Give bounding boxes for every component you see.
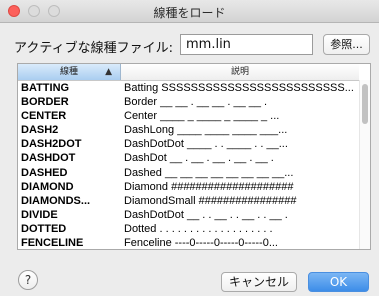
linetype-name-cell: DASHDOT — [21, 152, 76, 165]
table-row[interactable]: FENCELINE Fenceline ----0-----0-----0----… — [18, 236, 359, 250]
table-body: BATTING Batting SSSSSSSSSSSSSSSSSSSSSSSSS… — [18, 81, 359, 250]
column-header-description[interactable]: 説明 — [121, 64, 359, 80]
table-header: 線種 ▲ 説明 — [18, 64, 370, 81]
linetype-name-cell: DIAMOND — [21, 180, 74, 193]
column-header-name-label: 線種 — [59, 67, 78, 77]
scrollbar-thumb[interactable] — [362, 84, 368, 124]
linetype-description-cell: Diamond #################### — [124, 180, 294, 193]
linetype-description-cell: Fenceline ----0-----0-----0-----0... — [124, 237, 278, 250]
linetype-description-cell: DashLong ____ ____ ____ ___... — [124, 124, 288, 137]
table-row[interactable]: BATTING Batting SSSSSSSSSSSSSSSSSSSSSSSSS… — [18, 81, 359, 95]
linetype-description-cell: Dotted . . . . . . . . . . . . . . . . .… — [124, 222, 273, 235]
active-file-label: アクティブな線種ファイル: — [14, 41, 173, 56]
linetype-name-cell: BATTING — [21, 82, 70, 94]
table-row[interactable]: DASHDOT DashDot __ . __ . __ . __ . __ . — [18, 151, 359, 165]
table-row[interactable]: BORDER Border __ __ . __ __ . __ __ . — [18, 95, 359, 109]
linetype-name-cell: DIVIDE — [21, 208, 58, 221]
column-header-name[interactable]: 線種 ▲ — [18, 64, 121, 80]
linetype-description-cell: Batting SSSSSSSSSSSSSSSSSSSSSSSSS... — [124, 82, 354, 94]
linetype-description-cell: DashDotDot __ . . __ . . __ . . __ . — [124, 208, 288, 221]
table-row[interactable]: DASHED Dashed __ __ __ __ __ __ __ __... — [18, 166, 359, 180]
cancel-button[interactable]: キャンセル — [221, 272, 297, 292]
linetype-table: 線種 ▲ 説明 BATTING Batting SSSSSSSSSSSSSSSSS… — [17, 63, 371, 250]
browse-button[interactable]: 参照... — [323, 34, 370, 55]
linetype-description-cell: DiamondSmall ################ — [124, 194, 297, 207]
ok-button[interactable]: OK — [308, 272, 369, 292]
table-row[interactable]: DASH2 DashLong ____ ____ ____ ___... — [18, 123, 359, 137]
linetype-name-cell: DIAMONDS... — [21, 194, 91, 207]
linetype-description-cell: Dashed __ __ __ __ __ __ __ __... — [124, 166, 294, 179]
active-file-field[interactable]: mm.lin — [180, 34, 313, 55]
linetype-description-cell: Center ____ _ ____ _ ____ _ ... — [124, 110, 280, 123]
table-row[interactable]: DASH2DOT DashDotDot ____ . . ____ . . __.… — [18, 137, 359, 151]
table-row[interactable]: DIAMONDS... DiamondSmall ################ — [18, 194, 359, 208]
linetype-name-cell: DOTTED — [21, 222, 67, 235]
linetype-description-cell: DashDot __ . __ . __ . __ . __ . — [124, 152, 274, 165]
linetype-description-cell: DashDotDot ____ . . ____ . . __... — [124, 138, 288, 151]
table-row[interactable]: DIAMOND Diamond #################### — [18, 180, 359, 194]
help-button[interactable]: ? — [18, 270, 38, 290]
linetype-name-cell: CENTER — [21, 110, 67, 123]
linetype-name-cell: DASH2DOT — [21, 138, 82, 151]
linetype-name-cell: BORDER — [21, 96, 69, 109]
table-row[interactable]: DIVIDE DashDotDot __ . . __ . . __ . . __… — [18, 208, 359, 222]
linetype-name-cell: DASH2 — [21, 124, 59, 137]
linetype-name-cell: DASHED — [21, 166, 68, 179]
table-row[interactable]: DOTTED Dotted . . . . . . . . . . . . . .… — [18, 222, 359, 236]
linetype-name-cell: FENCELINE — [21, 237, 84, 250]
window-title: 線種をロード — [153, 6, 226, 20]
title-bar: 線種をロード — [0, 0, 379, 23]
linetype-description-cell: Border __ __ . __ __ . __ __ . — [124, 96, 268, 109]
load-linetype-dialog: 線種をロード アクティブな線種ファイル: mm.lin 参照... 線種 ▲ 説… — [0, 0, 379, 296]
table-row[interactable]: CENTER Center ____ _ ____ _ ____ _ ... — [18, 109, 359, 123]
sort-ascending-icon: ▲ — [105, 67, 112, 77]
vertical-scrollbar[interactable] — [359, 80, 370, 249]
